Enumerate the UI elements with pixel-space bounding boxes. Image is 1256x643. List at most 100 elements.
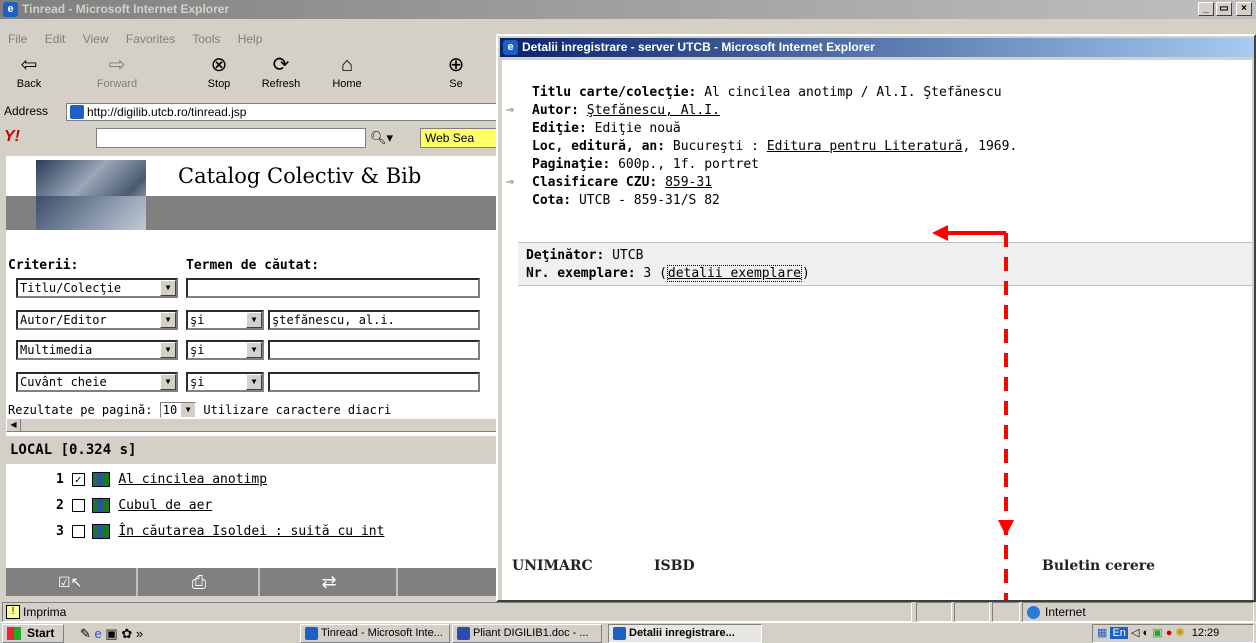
back-button[interactable]: ⇦ Back (0, 52, 58, 98)
term-input-1[interactable] (186, 278, 480, 298)
operator-select-2[interactable]: şi ▼ (186, 310, 264, 330)
quick-launch-icon-3[interactable]: ▣ (105, 626, 117, 641)
status-zone: Internet (1022, 602, 1254, 622)
quick-launch-ie-icon[interactable]: e (95, 626, 102, 641)
term-input-2[interactable]: ştefănescu, al.i. (268, 310, 480, 330)
annotation-arrowhead-down (998, 520, 1014, 536)
search-magnifier-icon[interactable]: 🔍︎▾ (370, 130, 393, 146)
task-tinread[interactable]: Tinread - Microsoft Inte... (300, 624, 450, 643)
quick-launch-icon-1[interactable]: ✎ (80, 626, 91, 641)
result-checkbox-2[interactable] (71, 499, 85, 512)
status-panel-3 (992, 602, 1020, 622)
stop-button[interactable]: ⊗ Stop (190, 52, 248, 98)
horizontal-scrollbar[interactable]: ◀ (6, 418, 500, 432)
maximize-button[interactable]: ▭ (1216, 2, 1232, 16)
banner-image-lower (36, 196, 146, 230)
menu-favorites[interactable]: Favorites (126, 32, 175, 46)
isbd-link[interactable]: ISBD (654, 558, 695, 574)
term-input-4[interactable] (268, 372, 480, 392)
term-input-3[interactable] (268, 340, 480, 360)
task-word-doc[interactable]: Pliant DIGILIB1.doc - ... (452, 624, 602, 643)
main-titlebar[interactable]: e Tinread - Microsoft Internet Explorer … (0, 0, 1256, 19)
result-checkbox-3[interactable] (71, 525, 85, 538)
warning-icon: ! (6, 605, 20, 619)
operator-select-3[interactable]: şi ▼ (186, 340, 264, 360)
search-term-label: Termen de căutat: (186, 258, 320, 273)
popup-window-title: Detalii inregistrare - server UTCB - Mic… (522, 40, 875, 54)
result-row-2: 2 Cubul de aer (56, 498, 213, 513)
annotation-arrow (932, 225, 1014, 600)
start-button[interactable]: Start (2, 624, 64, 643)
home-button[interactable]: ⌂ Home (318, 52, 376, 98)
globe-icon (1027, 606, 1040, 619)
ie-icon (613, 627, 626, 640)
results-per-page-label: Rezultate pe pagină: (8, 403, 153, 417)
task-detalii-active[interactable]: Detalii inregistrare... (608, 624, 762, 643)
quick-launch-more-icon[interactable]: » (136, 626, 143, 641)
tray-icon-4[interactable]: ◐ (1143, 627, 1150, 639)
word-doc-icon (457, 627, 470, 640)
web-search-button[interactable]: Web Sea (420, 128, 500, 148)
tray-icon-7[interactable]: ✺ (1175, 627, 1184, 639)
chevron-down-icon: ▼ (160, 312, 176, 328)
yahoo-logo-icon[interactable]: Y! (4, 128, 20, 146)
result-row-1: 1 ✓ Al cincilea anotimp (56, 472, 268, 487)
menu-help[interactable]: Help (238, 32, 263, 46)
chevron-down-icon: ▼ (181, 403, 196, 417)
menu-file[interactable]: File (8, 32, 27, 46)
status-panel-1 (916, 602, 952, 622)
results-per-page-select[interactable]: 10 ▼ (159, 402, 197, 418)
yahoo-search-input[interactable] (96, 128, 366, 148)
tray-network-icon[interactable]: ▦ (1097, 627, 1107, 639)
main-page-content: Catalog Colectiv & Bib Criterii: Termen … (6, 156, 500, 596)
tray-language-indicator[interactable]: En (1110, 627, 1128, 639)
search-button[interactable]: ⊕ Se (436, 52, 476, 98)
annotation-arrowhead-left (932, 225, 948, 241)
quick-launch-icon-4[interactable]: ✿ (121, 626, 132, 641)
print-icon[interactable]: ⎙ (140, 568, 260, 596)
result-checkbox-1[interactable]: ✓ (71, 473, 85, 486)
tray-volume-icon[interactable]: ◁ (1131, 627, 1139, 639)
criteria-select-1[interactable]: Titlu/Colecţie ▼ (16, 278, 178, 298)
main-window-title: Tinread - Microsoft Internet Explorer (22, 2, 230, 16)
popup-content: Titlu carte/colecţie: Al cincilea anotim… (502, 60, 1252, 600)
menu-edit[interactable]: Edit (45, 32, 66, 46)
banner-title: Catalog Colectiv & Bib (178, 164, 422, 188)
transfer-icon[interactable]: ⇄ (262, 568, 398, 596)
stop-icon: ⊗ (210, 54, 228, 76)
tray-icon-6[interactable]: ● (1166, 627, 1173, 639)
refresh-button[interactable]: ⟳ Refresh (252, 52, 310, 98)
result-link-2[interactable]: Cubul de aer (118, 498, 212, 513)
operator-select-4[interactable]: şi ▼ (186, 372, 264, 392)
status-bar: ! Imprima Internet (0, 602, 1256, 622)
result-link-1[interactable]: Al cincilea anotimp (118, 472, 267, 487)
close-button[interactable]: × (1236, 2, 1252, 16)
result-row-3: 3 În căutarea Isoldei : suită cu int (56, 524, 385, 539)
chevron-down-icon: ▼ (246, 374, 262, 390)
buletin-cerere-link[interactable]: Buletin cerere (1042, 558, 1155, 574)
scroll-left-icon[interactable]: ◀ (7, 419, 21, 431)
address-input[interactable]: http://digilib.utcb.ro/tinread.jsp (66, 103, 502, 121)
menu-tools[interactable]: Tools (192, 32, 220, 46)
forward-button[interactable]: ⇨ Forward (88, 52, 146, 98)
status-panel-2 (954, 602, 990, 622)
diacritics-label: Utilizare caractere diacri (203, 403, 392, 417)
tray-icon-5[interactable]: ▣ (1152, 627, 1162, 639)
refresh-icon: ⟳ (272, 54, 290, 76)
criteria-select-2[interactable]: Autor/Editor ▼ (16, 310, 178, 330)
chevron-down-icon: ▼ (246, 342, 262, 358)
book-icon (92, 524, 111, 539)
address-label: Address (4, 104, 49, 118)
unimarc-link[interactable]: UNIMARC (512, 558, 593, 574)
minimize-button[interactable]: _ (1198, 2, 1214, 16)
menu-view[interactable]: View (83, 32, 109, 46)
result-link-3[interactable]: În căutarea Isoldei : suită cu int (118, 524, 384, 539)
local-results-header: LOCAL [0.324 s] (6, 436, 500, 464)
ie-icon (305, 627, 318, 640)
criteria-select-4[interactable]: Cuvânt cheie ▼ (16, 372, 178, 392)
select-checked-icon[interactable]: ☑↖ (6, 568, 138, 596)
quick-launch: ✎ e ▣ ✿ » (80, 625, 290, 642)
criteria-select-3[interactable]: Multimedia ▼ (16, 340, 178, 360)
book-icon (92, 498, 111, 513)
popup-titlebar[interactable]: e Detalii inregistrare - server UTCB - M… (500, 38, 1254, 57)
